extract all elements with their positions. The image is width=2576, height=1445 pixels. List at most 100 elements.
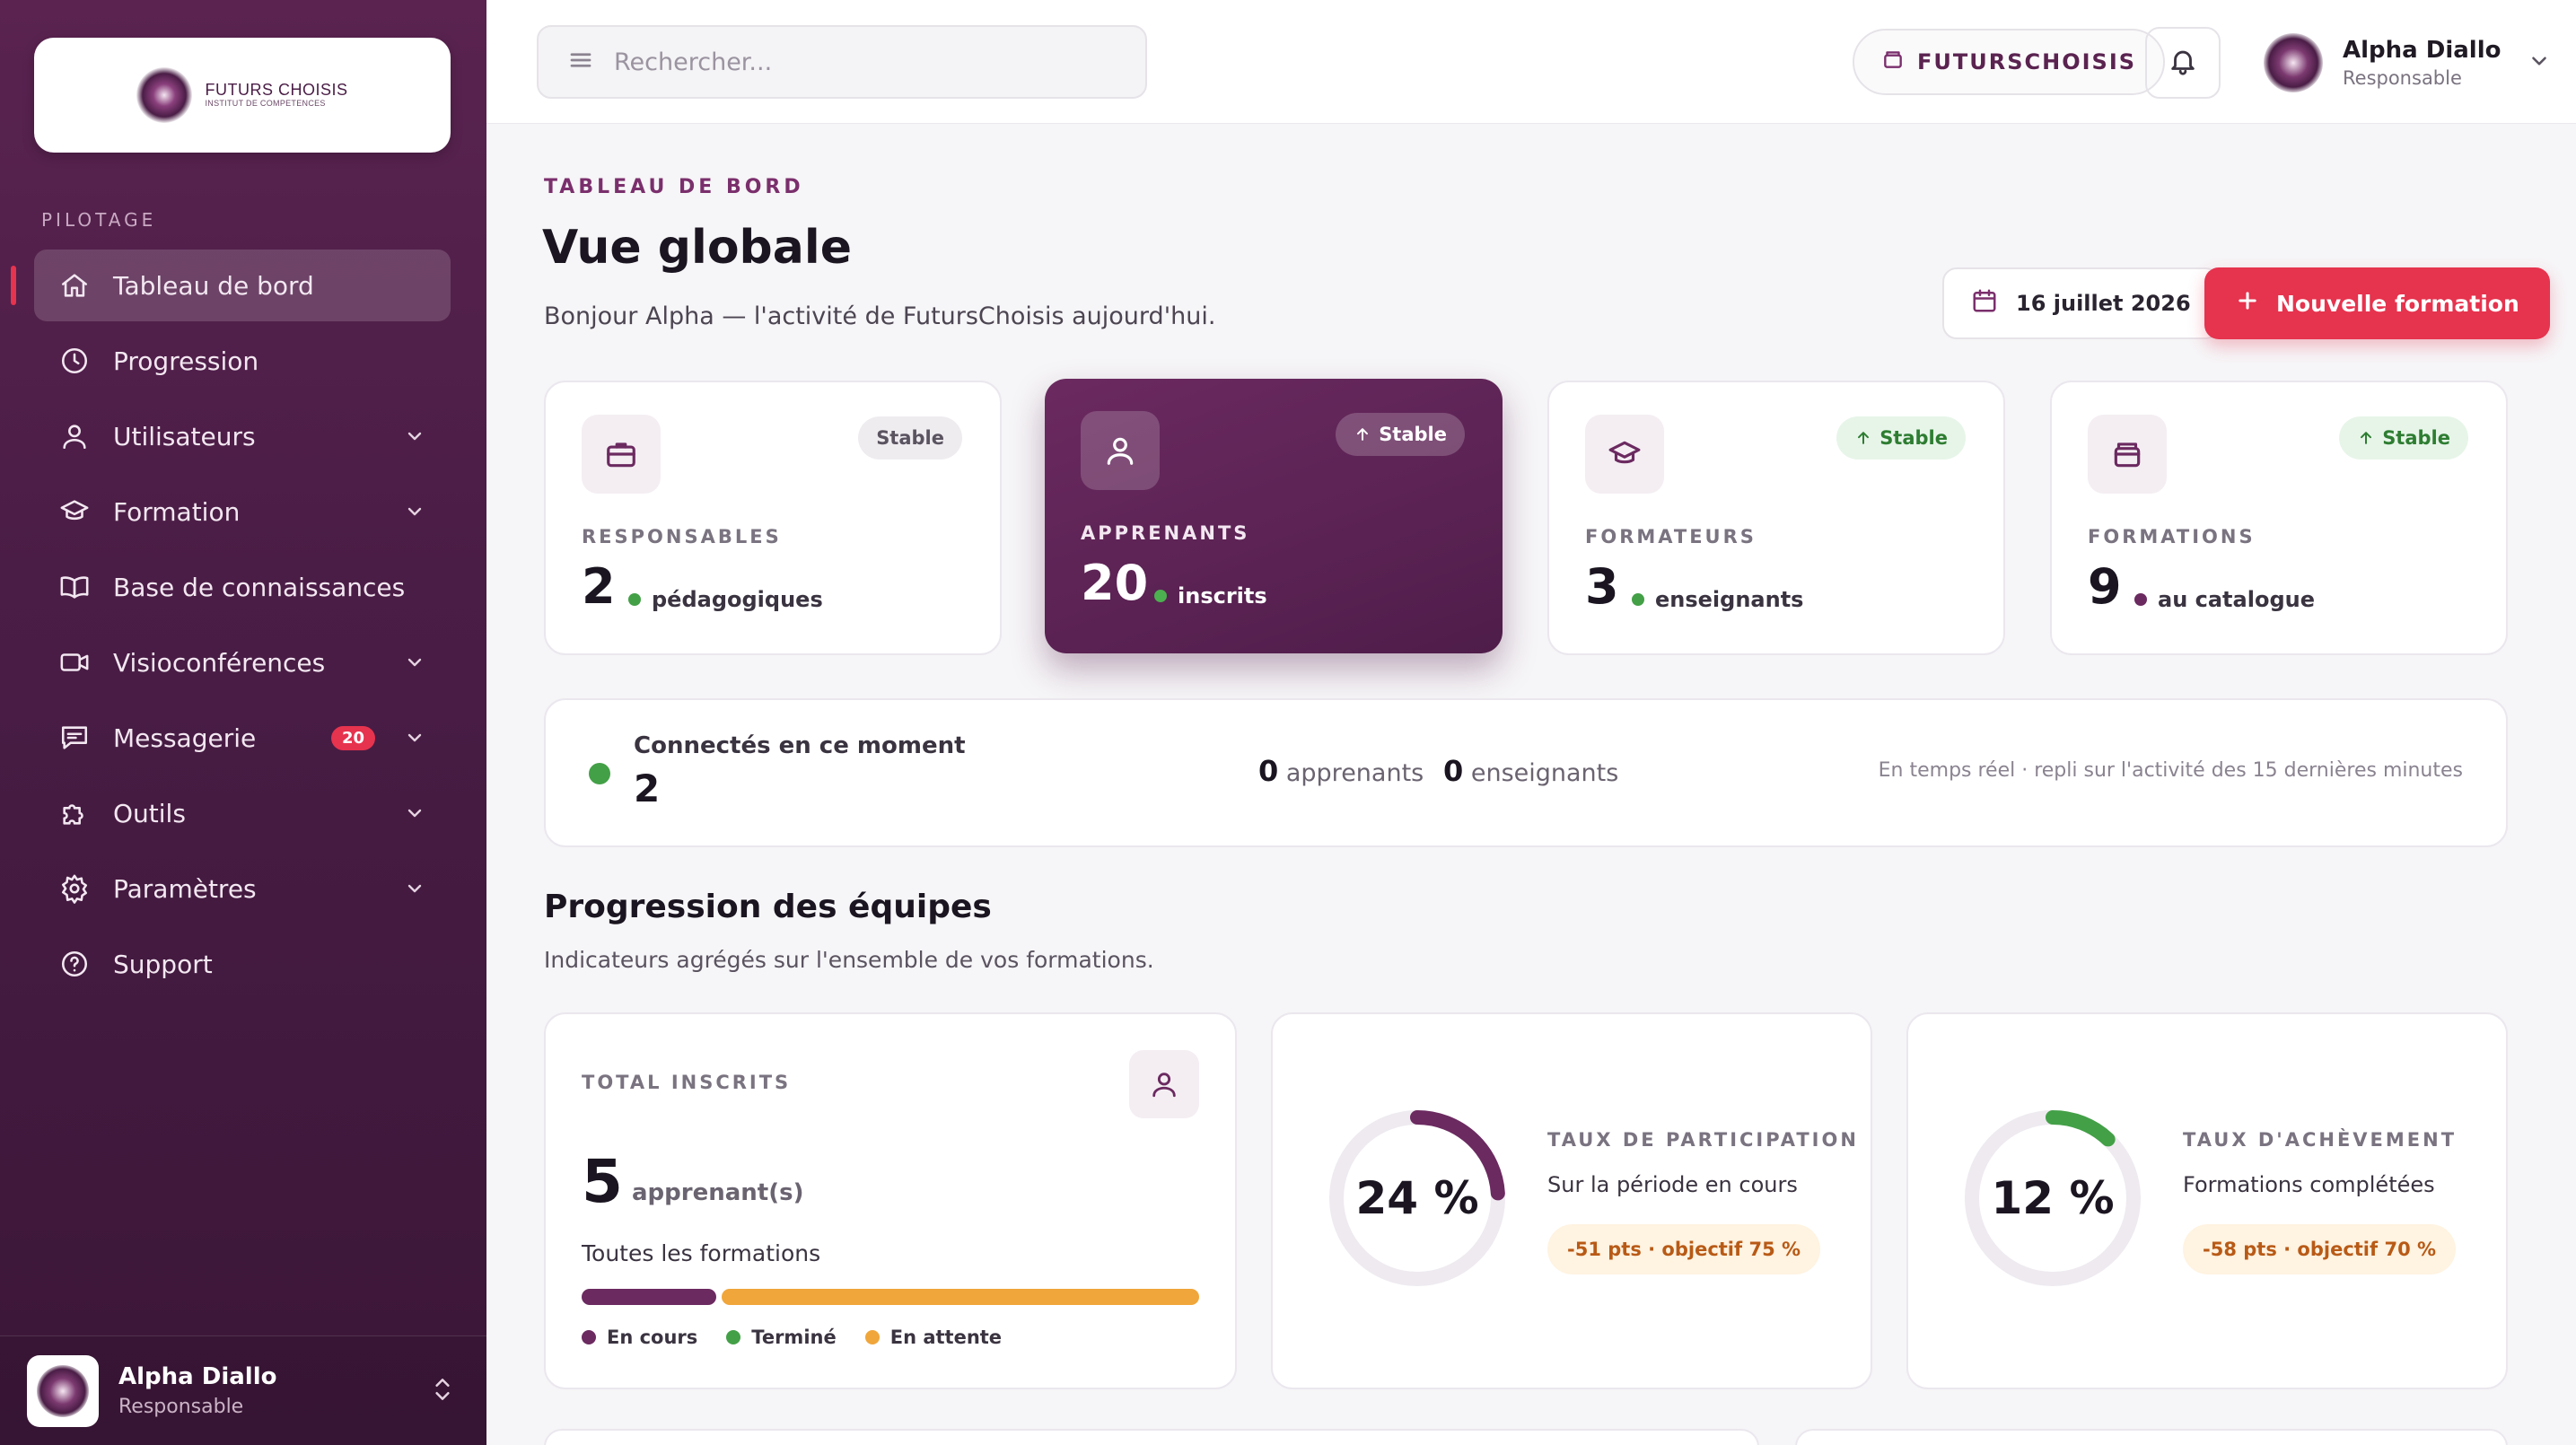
trend-badge: Stable <box>2339 416 2468 460</box>
avatar <box>27 1354 99 1427</box>
briefcase-icon <box>582 415 661 494</box>
calendar-icon <box>1971 287 1998 320</box>
sidebar-item-progression[interactable]: Progression <box>34 325 451 397</box>
stat-value: 20 <box>1081 555 1149 611</box>
archive-icon <box>1881 48 1905 76</box>
bell-icon <box>2168 46 2198 80</box>
stat-sub: pédagogiques <box>628 587 823 612</box>
live-connections-card: Connectés en ce moment 2 0 apprenants 0 … <box>544 698 2508 847</box>
new-formation-label: Nouvelle formation <box>2276 290 2519 317</box>
stat-card-formateurs[interactable]: Stable FORMATEURS 3 enseignants <box>1547 381 2005 655</box>
live-teachers: 0 enseignants <box>1443 754 1619 788</box>
date-picker-button[interactable]: 16 juillet 2026 <box>1942 267 2220 339</box>
logo[interactable]: FUTURS CHOISIS INSTITUT DE COMPETENCES <box>34 38 451 153</box>
sidebar-item-label: Formation <box>113 496 241 527</box>
arrow-up-icon <box>1858 432 1870 444</box>
stat-card-apprenants[interactable]: Stable APPRENANTS 20 inscrits <box>1045 379 1503 653</box>
chevron-down-icon[interactable] <box>402 876 427 901</box>
sidebar-item-label: Base de connaissances <box>113 572 406 602</box>
unread-badge: 20 <box>330 725 375 750</box>
objective-badge: -58 pts · objectif 70 % <box>2183 1224 2457 1274</box>
chevron-down-icon[interactable] <box>402 725 427 750</box>
sidebar-item-utilisateurs[interactable]: Utilisateurs <box>34 400 451 472</box>
new-formation-button[interactable]: Nouvelle formation <box>2204 267 2550 339</box>
status-dot <box>628 593 641 606</box>
chevron-down-icon[interactable] <box>402 801 427 826</box>
sidebar-item-outils[interactable]: Outils <box>34 777 451 849</box>
sidebar-item-label: Paramètres <box>113 873 257 904</box>
sidebar-user-name: Alpha Diallo <box>118 1363 277 1390</box>
card-eyebrow: TAUX D'ACHÈVEMENT <box>2183 1129 2458 1151</box>
menu-icon[interactable] <box>567 47 594 77</box>
chevron-down-icon[interactable] <box>2528 49 2551 76</box>
puzzle-icon <box>57 796 92 830</box>
stat-sub: au catalogue <box>2134 587 2315 612</box>
completion-value: 12 % <box>1991 1172 2115 1224</box>
archive-icon <box>2088 415 2167 494</box>
home-icon <box>57 268 92 302</box>
sidebar-item-tableau-de-bord[interactable]: Tableau de bord <box>11 250 451 321</box>
legend-termine: Terminé <box>726 1327 837 1348</box>
sidebar-item-support[interactable]: Support <box>34 928 451 1000</box>
next-card <box>544 1429 1759 1445</box>
live-note: En temps réel · repli sur l'activité des… <box>1878 759 2463 782</box>
video-icon <box>57 645 92 679</box>
sidebar-nav: Tableau de bord Progression Utilisateurs… <box>11 250 451 1003</box>
sidebar-item-label: Outils <box>113 798 186 828</box>
logo-tagline: INSTITUT DE COMPETENCES <box>205 98 326 108</box>
stat-sub: enseignants <box>1632 587 1803 612</box>
chevron-down-icon[interactable] <box>402 650 427 675</box>
search-input[interactable] <box>614 48 1117 76</box>
organization-switcher[interactable]: FUTURSCHOISIS <box>1853 29 2166 95</box>
user-icon <box>1129 1050 1199 1118</box>
chevron-down-icon[interactable] <box>402 424 427 449</box>
sidebar-item-parametres[interactable]: Paramètres <box>34 853 451 924</box>
trend-badge: Stable <box>858 416 962 460</box>
live-learners: 0 apprenants <box>1258 754 1424 788</box>
book-icon <box>57 570 92 604</box>
sidebar-item-base-de-connaissances[interactable]: Base de connaissances <box>34 551 451 623</box>
stat-label: RESPONSABLES <box>582 526 782 547</box>
total-subtitle: Toutes les formations <box>582 1240 821 1266</box>
legend-en-attente: En attente <box>864 1327 1002 1348</box>
sidebar-item-label: Visioconférences <box>113 647 326 678</box>
stat-value: 2 <box>582 558 616 615</box>
topbar: FUTURSCHOISIS Alpha Diallo Responsable <box>486 0 2576 124</box>
sidebar-item-messagerie[interactable]: Messagerie 20 <box>34 702 451 774</box>
graduation-cap-icon <box>57 495 92 529</box>
stat-label: APPRENANTS <box>1081 522 1250 544</box>
objective-badge: -51 pts · objectif 75 % <box>1547 1224 1821 1274</box>
organization-name: FUTURSCHOISIS <box>1917 49 2137 74</box>
total-value: 5 <box>582 1147 623 1216</box>
chevron-updown-icon[interactable] <box>431 1374 454 1408</box>
logo-name: FUTURS CHOISIS <box>205 81 348 100</box>
total-unit: apprenant(s) <box>632 1179 804 1206</box>
search-box[interactable] <box>537 25 1147 99</box>
arrow-up-icon <box>1357 428 1369 441</box>
gear-icon <box>57 871 92 906</box>
stat-card-formations[interactable]: Stable FORMATIONS 9 au catalogue <box>2050 381 2508 655</box>
stat-card-responsables[interactable]: Stable RESPONSABLES 2 pédagogiques <box>544 381 1002 655</box>
live-title: Connectés en ce moment <box>634 732 966 759</box>
sidebar-item-visioconferences[interactable]: Visioconférences <box>34 626 451 698</box>
participation-card: 24 % TAUX DE PARTICIPATION Sur la périod… <box>1271 1012 1872 1389</box>
online-indicator <box>589 763 610 784</box>
user-menu[interactable]: Alpha Diallo Responsable <box>2264 29 2551 97</box>
sidebar-item-label: Support <box>113 949 213 979</box>
sidebar-item-label: Tableau de bord <box>113 270 314 301</box>
trend-badge: Stable <box>1836 416 1966 460</box>
next-card <box>1795 1429 2508 1445</box>
sidebar-item-formation[interactable]: Formation <box>34 476 451 547</box>
sidebar-item-label: Progression <box>113 346 259 376</box>
notifications-button[interactable] <box>2145 27 2221 99</box>
sidebar-item-label: Utilisateurs <box>113 421 256 451</box>
sidebar-user-switcher[interactable]: Alpha Diallo Responsable <box>0 1336 486 1445</box>
user-role: Responsable <box>2343 67 2462 89</box>
chevron-down-icon[interactable] <box>402 499 427 524</box>
user-name: Alpha Diallo <box>2343 37 2502 64</box>
user-icon <box>1081 411 1160 490</box>
legend-en-cours: En cours <box>582 1327 697 1348</box>
stat-value: 3 <box>1585 558 1619 615</box>
rate-description: Formations complétées <box>2183 1172 2435 1197</box>
stat-label: FORMATIONS <box>2088 526 2256 547</box>
